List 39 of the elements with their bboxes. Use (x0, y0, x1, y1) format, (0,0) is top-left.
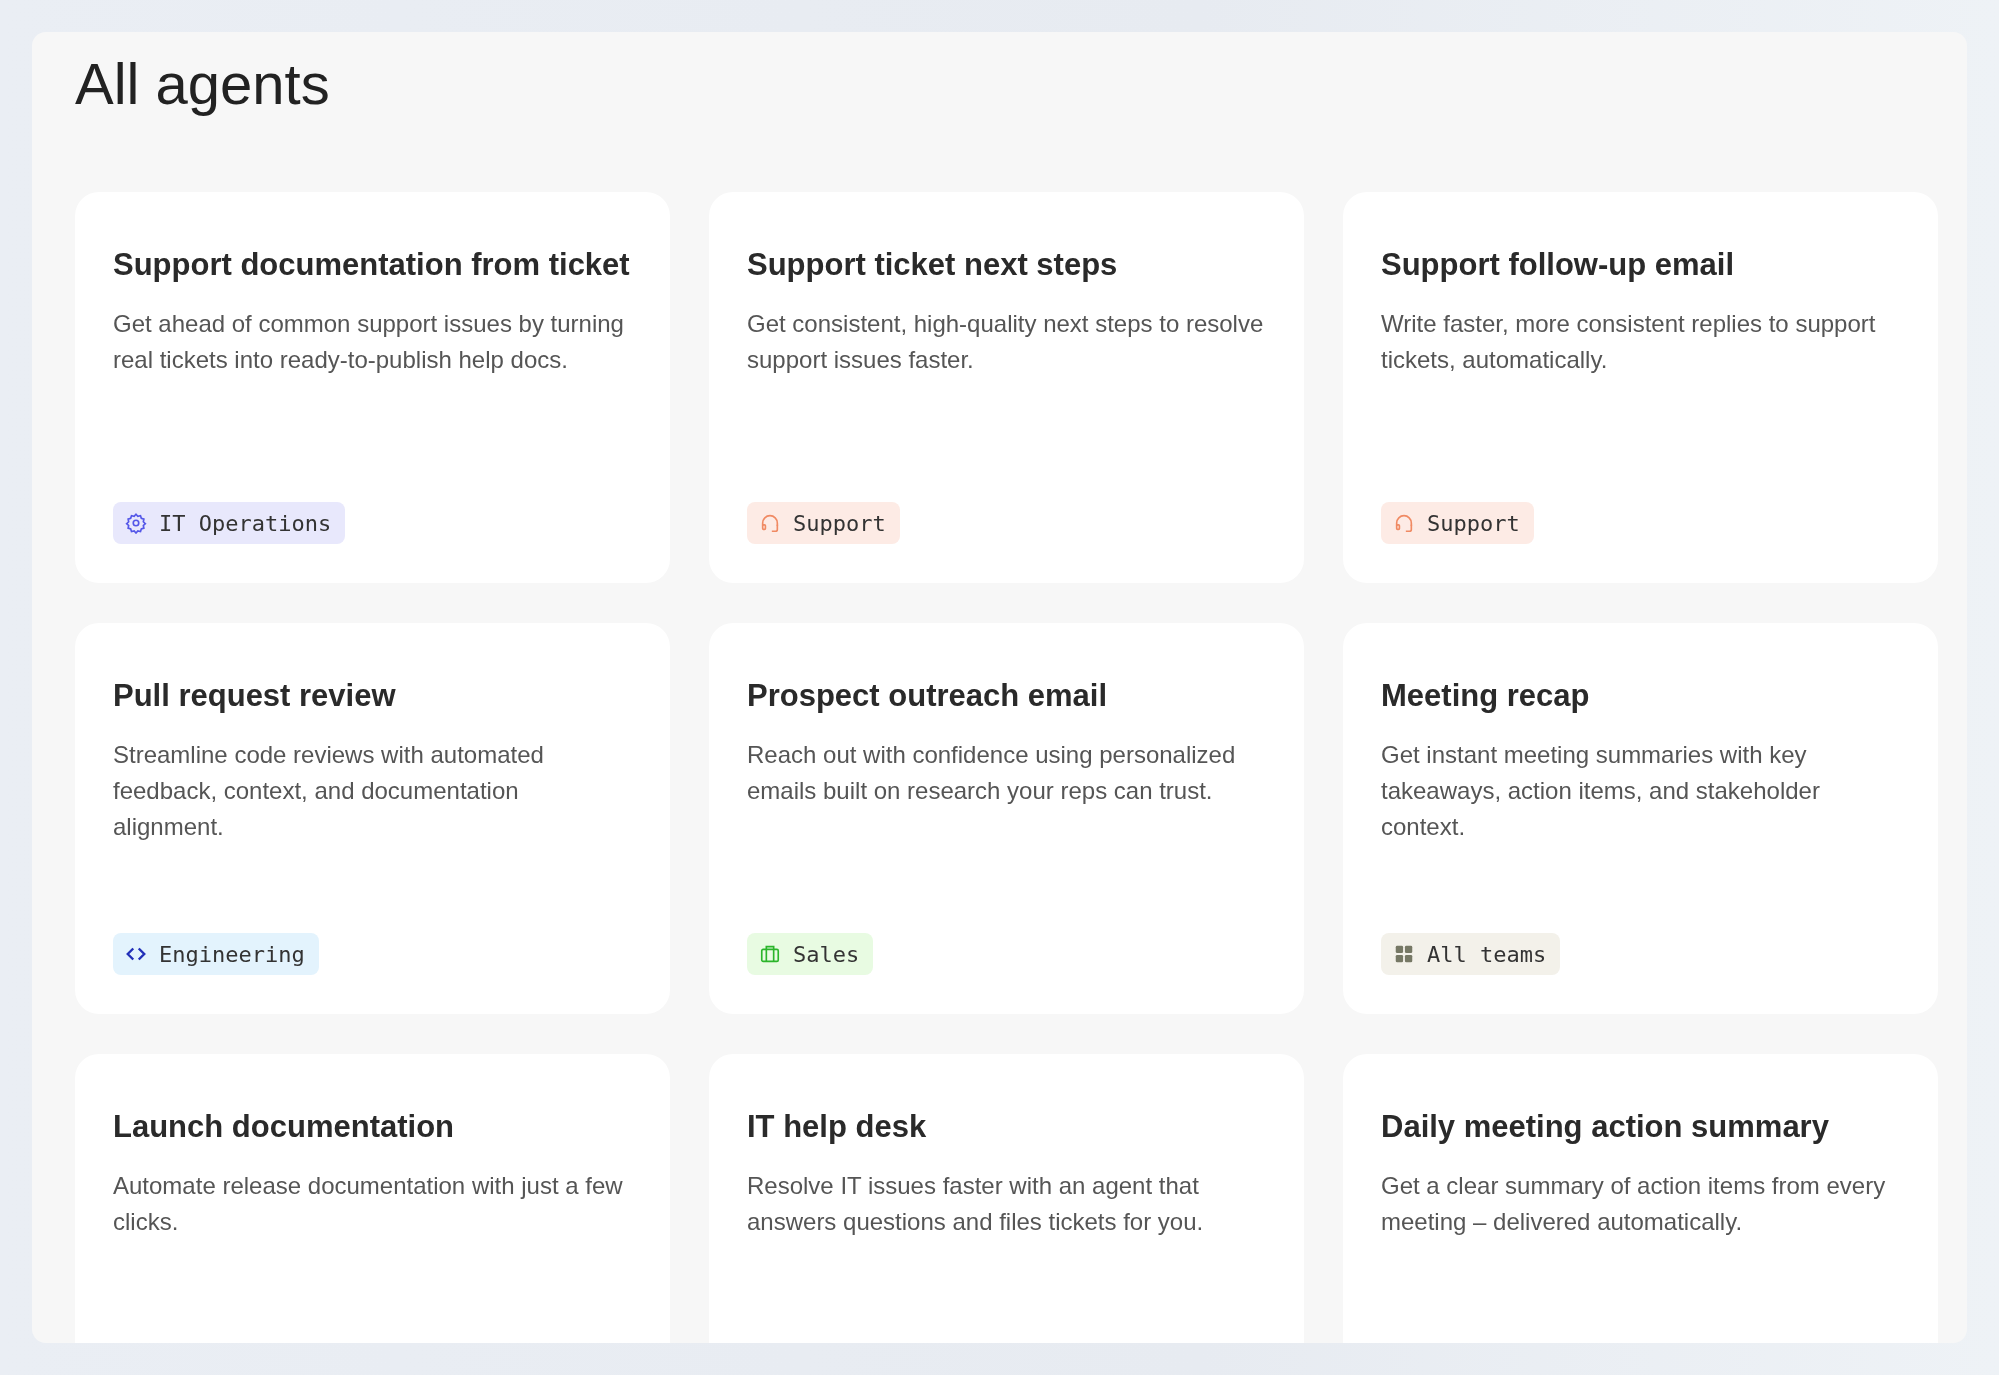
agent-description: Resolve IT issues faster with an agent that answers questions and files tickets for you. (747, 1171, 1205, 1237)
agent-title: Support documentation from ticket (113, 246, 631, 284)
briefcase-icon (759, 943, 781, 965)
agent-title: Pull request review (113, 677, 397, 715)
page-title: All agents (75, 50, 331, 118)
tag-label: Support (793, 510, 886, 536)
agent-title: Daily meeting action summary (1381, 1108, 1830, 1146)
agent-description: Get a clear summary of action items from every meeting – delivered automatically. (1381, 1171, 1887, 1237)
grid-icon (1393, 943, 1415, 965)
agent-description: Get ahead of common support issues by turning real tickets into ready-to-publish help docs. (113, 309, 625, 375)
tag-label: Support (1427, 510, 1520, 536)
agent-card[interactable]: Prospect outreach email Reach out with confidence using personalized emails built on research your reps can trust. Sales (709, 623, 1304, 1014)
agent-title: IT help desk (747, 1108, 928, 1146)
agent-card[interactable]: Support ticket next steps Get consistent, high-quality next steps to resolve support issues faster. Support (709, 192, 1304, 583)
headset-icon (1393, 512, 1415, 534)
agent-description: Reach out with confidence using personalized emails built on research your reps can trust. (747, 740, 1237, 806)
agent-card[interactable]: Daily meeting action summary Get a clear summary of action items from every meeting – delivered automatically. (1343, 1054, 1938, 1343)
agent-description: Write faster, more consistent replies to support tickets, automatically. (1381, 309, 1877, 375)
agent-description: Streamline code reviews with automated feedback, context, and documentation alignment. (113, 740, 545, 842)
agent-card[interactable]: Meeting recap Get instant meeting summaries with key takeaways, action items, and stakeholder context. All teams (1343, 623, 1938, 1014)
agent-title: Support ticket next steps (747, 246, 1119, 284)
agent-card[interactable]: Support documentation from ticket Get ahead of common support issues by turning real tickets into ready-to-publish help docs. IT Operations (75, 192, 670, 583)
settings-icon (125, 512, 147, 534)
agent-card[interactable]: IT help desk Resolve IT issues faster with an agent that answers questions and files tickets for you. (709, 1054, 1304, 1343)
agent-description: Automate release documentation with just a few clicks. (113, 1171, 624, 1237)
agent-description: Get instant meeting summaries with key takeaways, action items, and stakeholder context. (1381, 740, 1821, 842)
agent-title: Prospect outreach email (747, 677, 1109, 715)
tag-label: Sales (793, 941, 860, 967)
agent-card[interactable]: Support follow-up email Write faster, more consistent replies to support tickets, automatically. Support (1343, 192, 1938, 583)
tag-label: All teams (1427, 941, 1547, 967)
tag-label: IT Operations (159, 510, 332, 536)
agent-title: Support follow-up email (1381, 246, 1736, 284)
agent-title: Launch documentation (113, 1108, 455, 1146)
agent-card[interactable]: Launch documentation Automate release documentation with just a few clicks. (75, 1054, 670, 1343)
agent-title: Meeting recap (1381, 677, 1591, 715)
tag-label: Engineering (159, 941, 305, 967)
headset-icon (759, 512, 781, 534)
agent-card[interactable]: Pull request review Streamline code reviews with automated feedback, context, and documentation alignment. Engineering (75, 623, 670, 1014)
agent-description: Get consistent, high-quality next steps to resolve support issues faster. (747, 309, 1265, 375)
